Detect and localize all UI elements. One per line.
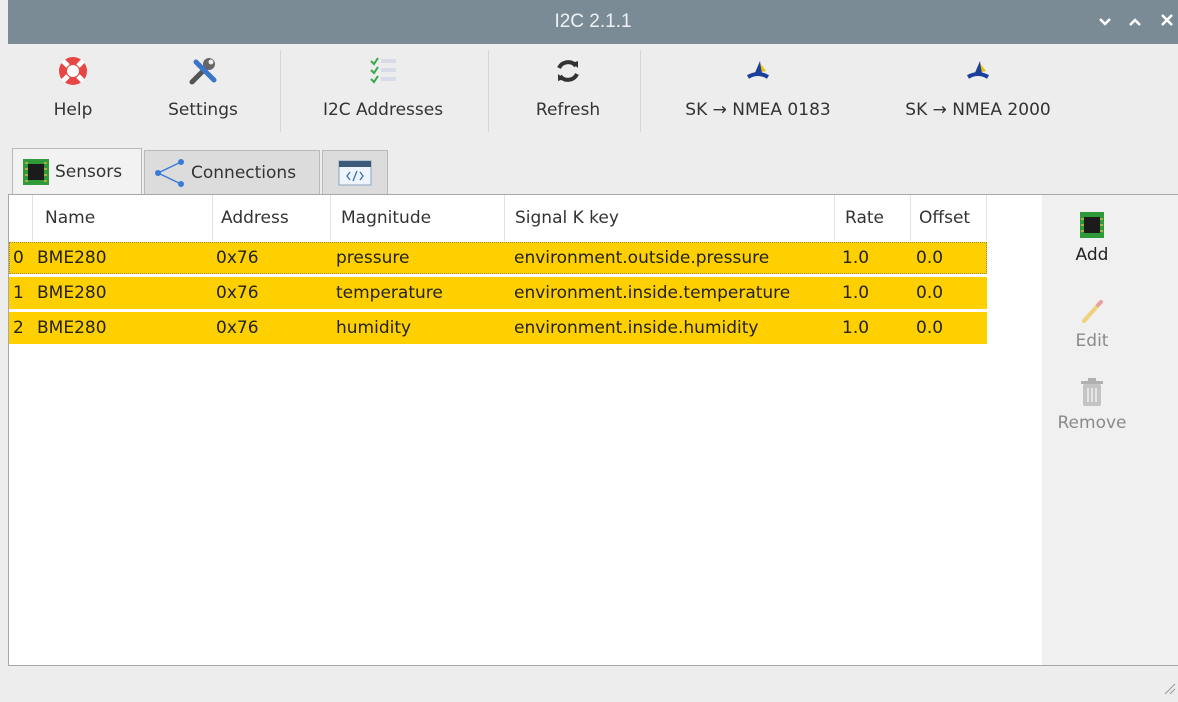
key-cell: environment.outside.pressure [514,248,770,268]
table-row[interactable]: 0 BME280 0x76 pressure environment.outsi… [9,242,987,274]
title-bar: I2C 2.1.1 [8,0,1178,44]
minimize-button[interactable] [1098,0,1112,44]
name-cell: BME280 [37,283,107,303]
refresh-label: Refresh [535,100,601,120]
tab-connections-label: Connections [191,162,297,183]
key-cell: environment.inside.temperature [514,283,791,303]
address-cell: 0x76 [216,248,259,268]
rate-cell: 1.0 [842,283,870,303]
window-title: I2C 2.1.1 [554,11,632,32]
toolbar: Help Settings I2C Addresses Refresh SK →… [8,44,1178,146]
tab-code[interactable] [322,150,388,194]
i2c-addresses-label: I2C Addresses [322,100,444,120]
settings-button[interactable]: Settings [158,44,248,136]
checklist-icon [298,54,468,88]
help-label: Help [53,100,93,120]
status-bar [8,666,1178,702]
remove-label: Remove [1057,413,1127,433]
share-icon [153,158,187,188]
code-window-icon [338,160,372,186]
toolbar-separator [640,50,641,132]
refresh-button[interactable]: Refresh [523,44,613,136]
tools-icon [158,54,248,88]
add-label: Add [1075,245,1109,265]
add-button[interactable]: Add [1042,209,1142,265]
chip-icon [1042,209,1142,241]
sk-nmea0183-button[interactable]: SK → NMEA 0183 [668,44,848,136]
name-cell: BME280 [37,248,107,268]
key-cell: environment.inside.humidity [514,318,759,338]
tab-sensors-label: Sensors [55,161,123,182]
trash-icon [1042,377,1142,409]
signalk-icon [668,54,848,88]
magnitude-cell: humidity [336,318,412,338]
help-button[interactable]: Help [38,44,108,136]
name-cell: BME280 [37,318,107,338]
magnitude-cell: temperature [336,283,443,303]
sk-nmea2000-button[interactable]: SK → NMEA 2000 [888,44,1068,136]
pencil-icon [1042,295,1142,327]
sk-nmea0183-label: SK → NMEA 0183 [685,100,831,120]
lifebuoy-icon [38,54,108,88]
offset-cell: 0.0 [916,318,944,338]
close-button[interactable] [1160,0,1174,44]
address-cell: 0x76 [216,318,259,338]
action-sidebar: Add Edit Remove [1042,195,1178,665]
row-index: 2 [13,318,24,338]
tab-sensors[interactable]: Sensors [12,148,142,194]
chip-icon [21,157,51,187]
row-index: 1 [13,283,24,303]
maximize-button[interactable] [1128,0,1142,44]
rate-cell: 1.0 [842,248,870,268]
sk-nmea2000-label: SK → NMEA 2000 [905,100,1051,120]
address-cell: 0x76 [216,283,259,303]
table-row[interactable]: 1 BME280 0x76 temperature environment.in… [9,277,987,309]
toolbar-separator [488,50,489,132]
magnitude-cell: pressure [336,248,410,268]
edit-label: Edit [1075,331,1109,351]
column-header[interactable]: Offset [911,195,987,241]
column-header[interactable]: Rate [835,195,911,241]
tab-bar: Sensors Connections [8,146,1178,194]
edit-button[interactable]: Edit [1042,295,1142,351]
resize-grip-icon[interactable] [1160,679,1176,700]
i2c-addresses-button[interactable]: I2C Addresses [298,44,468,136]
column-header[interactable]: Address [213,195,331,241]
settings-label: Settings [168,100,238,120]
row-index: 0 [13,248,24,268]
column-header[interactable]: Magnitude [331,195,505,241]
tab-connections[interactable]: Connections [144,150,320,194]
offset-cell: 0.0 [916,283,944,303]
signalk-icon [888,54,1068,88]
row-number-header [9,195,33,241]
refresh-icon [523,54,613,88]
table-row[interactable]: 2 BME280 0x76 humidity environment.insid… [9,312,987,344]
toolbar-separator [280,50,281,132]
offset-cell: 0.0 [916,248,944,268]
column-header[interactable]: Name [33,195,213,241]
column-header[interactable]: Signal K key [505,195,835,241]
rate-cell: 1.0 [842,318,870,338]
remove-button[interactable]: Remove [1042,377,1142,433]
